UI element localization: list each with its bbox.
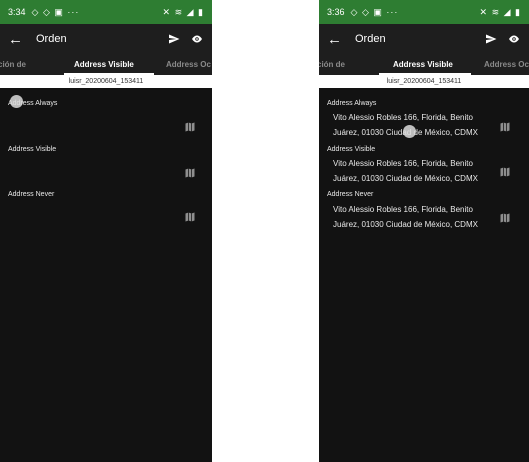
address-line-1: Vito Alessio Robles 166, Florida, Benito: [333, 205, 473, 214]
status-time: 3:34: [8, 7, 26, 17]
map-icon[interactable]: [499, 120, 511, 138]
map-icon[interactable]: [499, 165, 511, 183]
status-time: 3:36: [327, 7, 345, 17]
order-id: luisr_20200604_153411: [386, 78, 462, 85]
eye-icon[interactable]: [190, 33, 204, 45]
system-icons: ✕ ≋ ◢ ▮: [479, 6, 521, 17]
tab-bar: ción de Address Visible Address Oc: [319, 54, 529, 75]
status-bar: 3:36 ◇ ◇ ▣ ··· ✕ ≋ ◢ ▮: [319, 0, 529, 24]
status-bar: 3:34 ◇ ◇ ▣ ··· ✕ ≋ ◢ ▮: [0, 0, 212, 24]
tab-partial-left[interactable]: ción de: [0, 60, 26, 69]
phone-screen-before: 3:34 ◇ ◇ ▣ ··· ✕ ≋ ◢ ▮ ← Orden ción de A…: [0, 0, 212, 462]
map-icon[interactable]: [499, 211, 511, 229]
tab-partial-right[interactable]: Address Oc: [166, 60, 211, 69]
map-icon[interactable]: [184, 210, 196, 228]
touch-indicator: [10, 95, 23, 108]
address-line-1: Vito Alessio Robles 166, Florida, Benito: [333, 113, 473, 122]
map-icon[interactable]: [184, 166, 196, 184]
address-line-1: Vito Alessio Robles 166, Florida, Benito: [333, 159, 473, 168]
order-id: luisr_20200604_153411: [68, 78, 144, 85]
eye-icon[interactable]: [507, 33, 521, 45]
touch-indicator: [403, 125, 416, 138]
tab-address-visible[interactable]: Address Visible: [74, 60, 134, 69]
section-label: Address Visible: [8, 146, 57, 153]
page-title: Orden: [36, 33, 67, 45]
order-id-field: luisr_20200604_153411: [319, 75, 529, 88]
order-id-field: luisr_20200604_153411: [0, 75, 212, 88]
page-title: Orden: [355, 33, 386, 45]
tab-address-visible[interactable]: Address Visible: [393, 60, 453, 69]
phone-screen-after: 3:36 ◇ ◇ ▣ ··· ✕ ≋ ◢ ▮ ← Orden ción de A…: [319, 0, 529, 462]
address-line-2: Juárez, 01030 Ciudad de México, CDMX: [333, 174, 478, 183]
back-arrow-icon[interactable]: ←: [327, 31, 347, 48]
back-arrow-icon[interactable]: ←: [8, 31, 28, 48]
section-label: Address Visible: [327, 146, 376, 153]
map-icon[interactable]: [184, 120, 196, 138]
section-label: Address Never: [8, 191, 55, 198]
tab-indicator: [379, 73, 471, 75]
notification-icons: ◇ ◇ ▣ ···: [31, 6, 80, 17]
tab-partial-right[interactable]: Address Oc: [484, 60, 529, 69]
section-label: Address Never: [327, 191, 374, 198]
address-line-2: Juárez, 01030 Ciudad de México, CDMX: [333, 220, 478, 229]
tab-partial-left[interactable]: ción de: [319, 60, 345, 69]
app-bar: ← Orden: [319, 24, 529, 54]
tab-indicator: [64, 73, 154, 75]
notification-icons: ◇ ◇ ▣ ···: [350, 6, 399, 17]
tab-bar: ción de Address Visible Address Oc: [0, 54, 212, 75]
send-icon[interactable]: [168, 33, 180, 45]
system-icons: ✕ ≋ ◢ ▮: [162, 6, 204, 17]
section-label: Address Always: [327, 100, 377, 107]
send-icon[interactable]: [485, 33, 497, 45]
app-bar: ← Orden: [0, 24, 212, 54]
